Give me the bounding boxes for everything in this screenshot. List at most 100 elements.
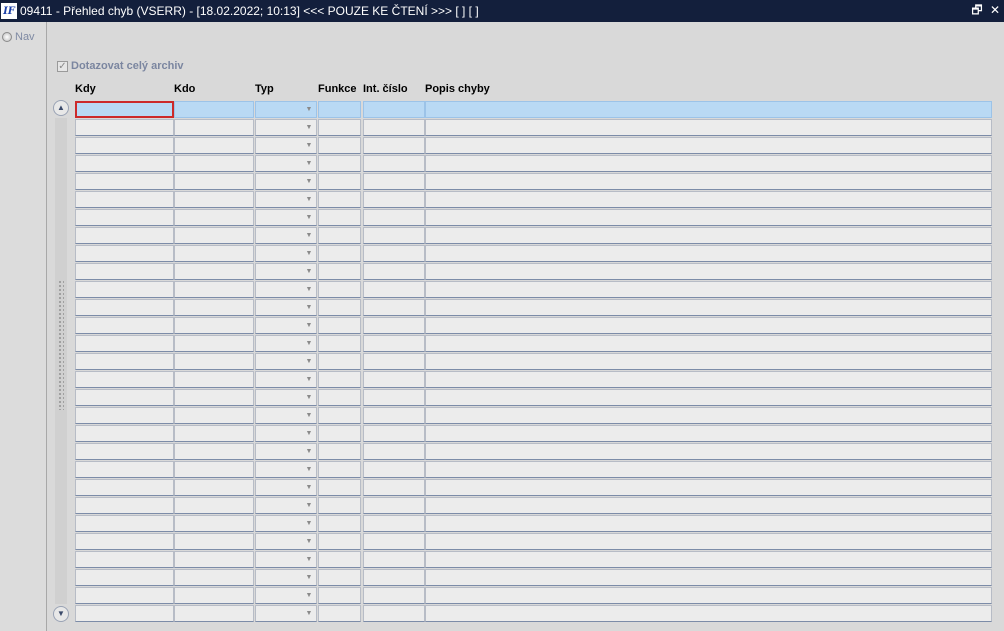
popis-chyby-cell[interactable]: [425, 335, 992, 352]
funkce-cell[interactable]: [318, 605, 361, 622]
kdy-cell[interactable]: [75, 335, 174, 352]
typ-select[interactable]: ▼: [255, 263, 317, 280]
kdy-cell[interactable]: [75, 227, 174, 244]
typ-select[interactable]: ▼: [255, 551, 317, 568]
kdy-cell[interactable]: [75, 209, 174, 226]
popis-chyby-cell[interactable]: [425, 551, 992, 568]
scroll-down-button[interactable]: ▼: [53, 606, 69, 622]
kdo-cell[interactable]: [174, 425, 254, 442]
kdy-cell[interactable]: [75, 551, 174, 568]
kdy-cell[interactable]: [75, 317, 174, 334]
kdy-cell[interactable]: [75, 533, 174, 550]
typ-select[interactable]: ▼: [255, 119, 317, 136]
popis-chyby-cell[interactable]: [425, 299, 992, 316]
kdy-cell[interactable]: [75, 407, 174, 424]
kdo-cell[interactable]: [174, 407, 254, 424]
kdy-cell[interactable]: [75, 353, 174, 370]
kdy-cell[interactable]: [75, 299, 174, 316]
radio-button-icon[interactable]: [2, 32, 12, 42]
kdo-cell[interactable]: [174, 515, 254, 532]
typ-select[interactable]: ▼: [255, 569, 317, 586]
funkce-cell[interactable]: [318, 335, 361, 352]
kdo-cell[interactable]: [174, 533, 254, 550]
funkce-cell[interactable]: [318, 515, 361, 532]
kdy-cell[interactable]: [75, 281, 174, 298]
typ-select[interactable]: ▼: [255, 281, 317, 298]
popis-chyby-cell[interactable]: [425, 227, 992, 244]
int-cislo-cell[interactable]: [363, 371, 425, 388]
popis-chyby-cell[interactable]: [425, 389, 992, 406]
int-cislo-cell[interactable]: [363, 335, 425, 352]
int-cislo-cell[interactable]: [363, 461, 425, 478]
typ-select[interactable]: ▼: [255, 497, 317, 514]
int-cislo-cell[interactable]: [363, 137, 425, 154]
funkce-cell[interactable]: [318, 245, 361, 262]
int-cislo-cell[interactable]: [363, 569, 425, 586]
kdo-cell[interactable]: [174, 461, 254, 478]
funkce-cell[interactable]: [318, 425, 361, 442]
kdy-cell[interactable]: [75, 245, 174, 262]
typ-select[interactable]: ▼: [255, 605, 317, 622]
popis-chyby-cell[interactable]: [425, 101, 992, 118]
typ-select[interactable]: ▼: [255, 137, 317, 154]
archive-checkbox-field[interactable]: ✓ Dotazovat celý archiv: [57, 60, 184, 72]
kdo-cell[interactable]: [174, 335, 254, 352]
kdo-cell[interactable]: [174, 227, 254, 244]
funkce-cell[interactable]: [318, 155, 361, 172]
int-cislo-cell[interactable]: [363, 551, 425, 568]
kdo-cell[interactable]: [174, 605, 254, 622]
dropdown-arrow-icon[interactable]: ▼: [303, 589, 315, 602]
kdy-cell[interactable]: [75, 515, 174, 532]
int-cislo-cell[interactable]: [363, 209, 425, 226]
funkce-cell[interactable]: [318, 263, 361, 280]
popis-chyby-cell[interactable]: [425, 119, 992, 136]
popis-chyby-cell[interactable]: [425, 587, 992, 604]
funkce-cell[interactable]: [318, 173, 361, 190]
popis-chyby-cell[interactable]: [425, 137, 992, 154]
dropdown-arrow-icon[interactable]: ▼: [303, 517, 315, 530]
dropdown-arrow-icon[interactable]: ▼: [303, 445, 315, 458]
dropdown-arrow-icon[interactable]: ▼: [303, 499, 315, 512]
kdo-cell[interactable]: [174, 263, 254, 280]
typ-select[interactable]: ▼: [255, 389, 317, 406]
dropdown-arrow-icon[interactable]: ▼: [303, 553, 315, 566]
typ-select[interactable]: ▼: [255, 155, 317, 172]
kdy-cell[interactable]: [75, 497, 174, 514]
kdo-cell[interactable]: [174, 443, 254, 460]
nav-radio-option[interactable]: Nav: [2, 31, 35, 43]
int-cislo-cell[interactable]: [363, 101, 425, 118]
dropdown-arrow-icon[interactable]: ▼: [303, 481, 315, 494]
funkce-cell[interactable]: [318, 497, 361, 514]
popis-chyby-cell[interactable]: [425, 497, 992, 514]
scroll-up-button[interactable]: ▲: [53, 100, 69, 116]
typ-select[interactable]: ▼: [255, 533, 317, 550]
int-cislo-cell[interactable]: [363, 533, 425, 550]
popis-chyby-cell[interactable]: [425, 317, 992, 334]
kdo-cell[interactable]: [174, 101, 254, 118]
popis-chyby-cell[interactable]: [425, 371, 992, 388]
kdo-cell[interactable]: [174, 155, 254, 172]
funkce-cell[interactable]: [318, 443, 361, 460]
int-cislo-cell[interactable]: [363, 245, 425, 262]
popis-chyby-cell[interactable]: [425, 245, 992, 262]
kdo-cell[interactable]: [174, 245, 254, 262]
funkce-cell[interactable]: [318, 137, 361, 154]
dropdown-arrow-icon[interactable]: ▼: [303, 247, 315, 260]
popis-chyby-cell[interactable]: [425, 353, 992, 370]
dropdown-arrow-icon[interactable]: ▼: [303, 211, 315, 224]
typ-select[interactable]: ▼: [255, 335, 317, 352]
int-cislo-cell[interactable]: [363, 407, 425, 424]
popis-chyby-cell[interactable]: [425, 479, 992, 496]
kdy-cell[interactable]: [75, 479, 174, 496]
kdo-cell[interactable]: [174, 281, 254, 298]
int-cislo-cell[interactable]: [363, 299, 425, 316]
int-cislo-cell[interactable]: [363, 263, 425, 280]
popis-chyby-cell[interactable]: [425, 425, 992, 442]
kdo-cell[interactable]: [174, 569, 254, 586]
kdo-cell[interactable]: [174, 371, 254, 388]
kdy-cell[interactable]: [75, 569, 174, 586]
archive-checkbox[interactable]: ✓: [57, 60, 68, 72]
int-cislo-cell[interactable]: [363, 227, 425, 244]
kdo-cell[interactable]: [174, 389, 254, 406]
kdo-cell[interactable]: [174, 119, 254, 136]
